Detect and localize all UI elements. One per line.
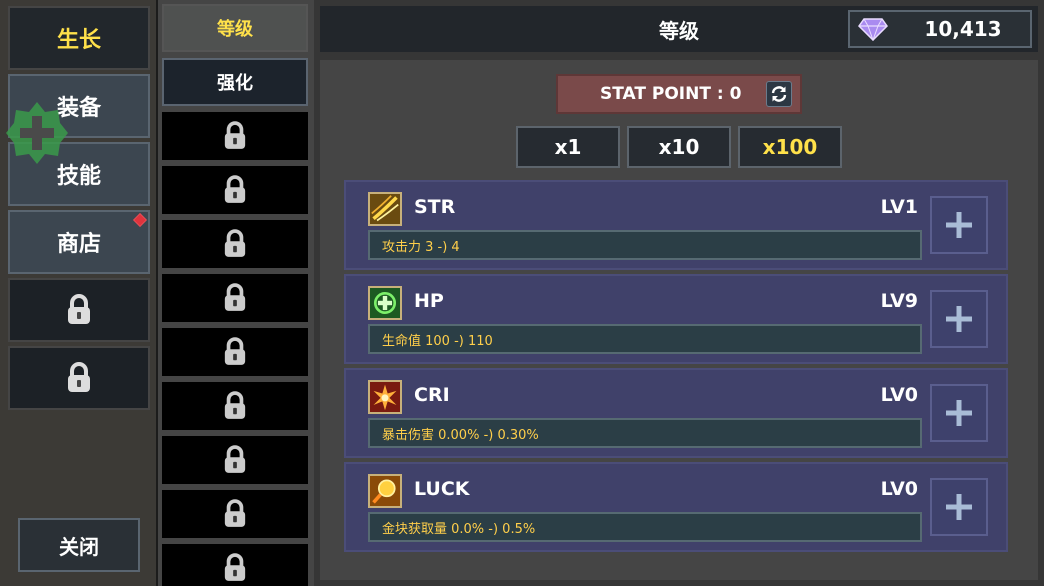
upgrade-luck-button[interactable] [930, 478, 988, 536]
lock-icon [224, 283, 246, 311]
nav-locked-1[interactable] [8, 278, 150, 342]
multiplier-x1-button[interactable]: x1 [516, 126, 620, 168]
lock-icon [224, 445, 246, 473]
close-label: 关闭 [59, 534, 99, 559]
tab-locked[interactable] [162, 112, 308, 160]
lock-icon [224, 175, 246, 203]
stat-name-cri: CRI [414, 384, 450, 406]
stat-content: STAT POINT : 0 x1 x10 x100 STR LV1 攻击力 3… [320, 60, 1038, 580]
stat-desc-luck-text: 金块获取量 0.0% -) 0.5% [382, 521, 536, 537]
multiplier-x1-label: x1 [554, 135, 582, 159]
luck-icon [368, 474, 402, 508]
upgrade-str-button[interactable] [930, 196, 988, 254]
notification-dot [132, 212, 148, 228]
sub-tabs: 等级 强化 [158, 0, 314, 586]
upgrade-hp-button[interactable] [930, 290, 988, 348]
nav-growth-label: 生长 [56, 28, 101, 53]
gem-value: 10,413 [924, 17, 1002, 41]
multiplier-x100-label: x100 [762, 135, 818, 159]
plus-icon [946, 306, 972, 332]
heal-badge-icon[interactable] [4, 100, 70, 166]
gem-icon [858, 18, 888, 41]
lock-icon [224, 229, 246, 257]
tab-locked[interactable] [162, 490, 308, 538]
gem-counter: 10,413 [848, 10, 1032, 48]
stat-card-str: STR LV1 攻击力 3 -) 4 [344, 180, 1008, 270]
stat-level-str: LV1 [880, 196, 918, 218]
multiplier-x10-label: x10 [658, 135, 700, 159]
nav-growth[interactable]: 生长 [8, 6, 150, 70]
stat-desc-cri: 暴击伤害 0.00% -) 0.30% [368, 418, 922, 448]
tab-locked[interactable] [162, 274, 308, 322]
stat-desc-cri-text: 暴击伤害 0.00% -) 0.30% [382, 427, 539, 443]
nav-shop-label: 商店 [56, 232, 101, 257]
stat-card-hp: HP LV9 生命值 100 -) 110 [344, 274, 1008, 364]
refresh-icon [771, 86, 787, 102]
stat-desc-hp: 生命值 100 -) 110 [368, 324, 922, 354]
tab-level[interactable]: 等级 [162, 4, 308, 52]
upgrade-cri-button[interactable] [930, 384, 988, 442]
lock-icon [224, 337, 246, 365]
stat-point-label: STAT POINT : 0 [600, 84, 742, 104]
tab-level-label: 等级 [217, 19, 253, 40]
lock-icon [224, 553, 246, 581]
lock-icon [224, 391, 246, 419]
stat-card-cri: CRI LV0 暴击伤害 0.00% -) 0.30% [344, 368, 1008, 458]
stat-desc-str-text: 攻击力 3 -) 4 [382, 239, 460, 255]
refresh-button[interactable] [766, 81, 792, 107]
tab-locked[interactable] [162, 220, 308, 268]
plus-icon [946, 212, 972, 238]
level-panel: 等级 10,413 STAT POINT : 0 x1 x10 x100 STR… [314, 0, 1044, 586]
stat-name-hp: HP [414, 290, 444, 312]
lock-icon [224, 499, 246, 527]
multiplier-x100-button[interactable]: x100 [738, 126, 842, 168]
cri-icon [368, 380, 402, 414]
stat-card-luck: LUCK LV0 金块获取量 0.0% -) 0.5% [344, 462, 1008, 552]
tab-locked[interactable] [162, 328, 308, 376]
nav-locked-2[interactable] [8, 346, 150, 410]
nav-shop[interactable]: 商店 [8, 210, 150, 274]
tab-locked[interactable] [162, 166, 308, 214]
stat-desc-hp-text: 生命值 100 -) 110 [382, 333, 493, 349]
multiplier-x10-button[interactable]: x10 [627, 126, 731, 168]
str-icon [368, 192, 402, 226]
stat-name-str: STR [414, 196, 456, 218]
close-button[interactable]: 关闭 [18, 518, 140, 572]
lock-icon [224, 121, 246, 149]
lock-icon [68, 294, 90, 324]
stat-desc-luck: 金块获取量 0.0% -) 0.5% [368, 512, 922, 542]
stat-point-bar: STAT POINT : 0 [556, 74, 802, 114]
plus-icon [946, 494, 972, 520]
tab-locked[interactable] [162, 382, 308, 430]
stat-level-luck: LV0 [880, 478, 918, 500]
left-nav: 生长 装备 技能 商店 关闭 [0, 0, 158, 586]
stat-desc-str: 攻击力 3 -) 4 [368, 230, 922, 260]
tab-enhance[interactable]: 强化 [162, 58, 308, 106]
hp-icon [368, 286, 402, 320]
tab-enhance-label: 强化 [217, 73, 253, 94]
tab-locked[interactable] [162, 436, 308, 484]
stat-level-hp: LV9 [880, 290, 918, 312]
stat-level-cri: LV0 [880, 384, 918, 406]
lock-icon [68, 362, 90, 392]
stat-name-luck: LUCK [414, 478, 470, 500]
plus-icon [946, 400, 972, 426]
tab-locked[interactable] [162, 544, 308, 586]
